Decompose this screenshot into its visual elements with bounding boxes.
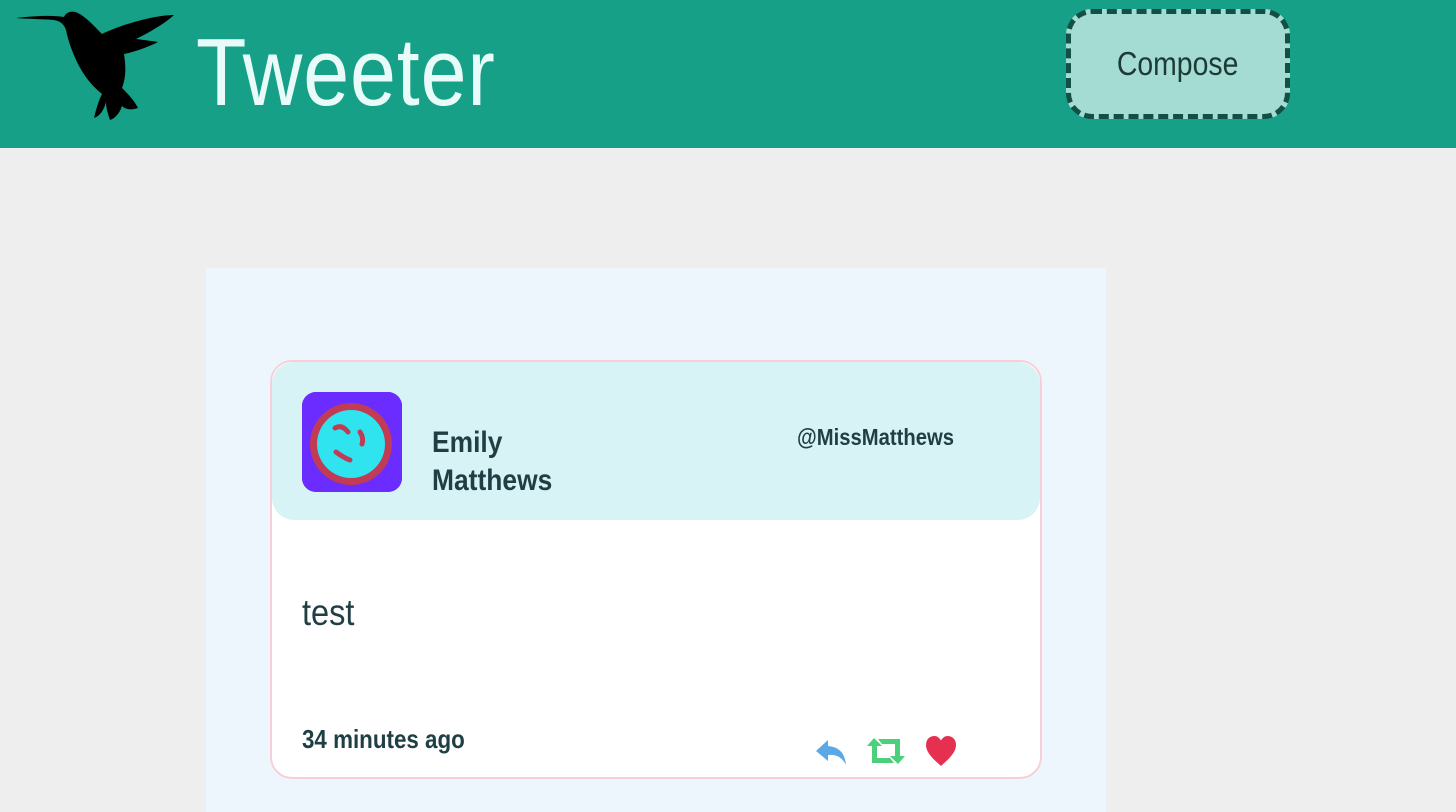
brand-title: Tweeter: [196, 19, 496, 126]
tweet-content: test: [302, 592, 355, 633]
user-handle: @MissMatthews: [797, 424, 954, 450]
tweet-card: Emily Matthews @MissMatthews test 34 min…: [270, 360, 1042, 779]
avatar-face-icon: [302, 392, 402, 492]
hummingbird-icon: [16, 11, 174, 120]
avatar-image: [302, 392, 402, 492]
tweet-header: Emily Matthews @MissMatthews: [272, 362, 1040, 520]
retweet-icon[interactable]: [866, 734, 906, 768]
user-display-name: Emily Matthews: [432, 426, 553, 497]
compose-button[interactable]: Compose: [1066, 9, 1290, 119]
top-nav: Tweeter Compose: [0, 0, 1456, 148]
tweet-feed: Emily Matthews @MissMatthews test 34 min…: [206, 268, 1106, 812]
heart-icon[interactable]: [924, 734, 958, 768]
reply-icon[interactable]: [814, 734, 848, 768]
tweet-timestamp: 34 minutes ago: [302, 724, 465, 754]
compose-button-label: Compose: [1117, 45, 1239, 82]
